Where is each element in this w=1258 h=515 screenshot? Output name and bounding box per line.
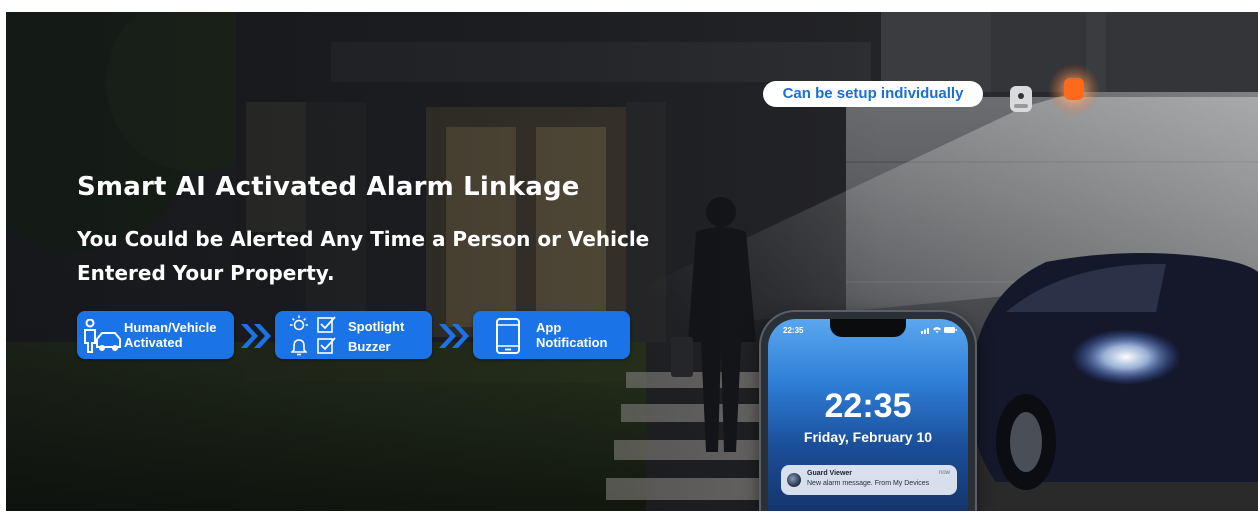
lock-screen: 22:35 22:35 Friday, February 10 Guard Vi… xyxy=(768,319,968,511)
notification-message: New alarm message. From My Devices xyxy=(807,480,930,487)
light-bulb-icon xyxy=(290,315,308,331)
step-app-notification: App Notification xyxy=(473,311,630,359)
checkbox-icon xyxy=(317,316,336,333)
setup-badge: Can be setup individually xyxy=(763,81,983,107)
status-bar-icons xyxy=(921,327,957,334)
app-icon xyxy=(787,473,801,487)
alarm-notification[interactable]: Guard Viewer now New alarm message. From… xyxy=(781,465,957,495)
smartphone-mockup: 22:35 22:35 Friday, February 10 Guard Vi… xyxy=(761,312,975,511)
double-chevron-right-icon xyxy=(241,324,271,348)
lock-screen-time: 22:35 xyxy=(824,387,912,425)
human-vehicle-icon xyxy=(84,319,121,353)
step-label-line2: Notification xyxy=(536,335,608,350)
double-chevron-right-icon xyxy=(439,324,469,348)
banner-subtitle: You Could be Alerted Any Time a Person o… xyxy=(77,227,650,285)
step-label-line1: Human/Vehicle xyxy=(124,320,217,335)
alarm-linkage-banner: Smart AI Activated Alarm Linkage You Cou… xyxy=(6,12,1258,511)
step-label-line1: App xyxy=(536,320,562,335)
step-label-line1: Spotlight xyxy=(348,319,405,334)
alarm-light-icon xyxy=(1048,64,1100,116)
smartphone-icon xyxy=(496,318,520,354)
checkbox-icon xyxy=(317,337,336,354)
car-silhouette xyxy=(970,253,1258,490)
step-spotlight-buzzer: Spotlight Buzzer xyxy=(275,311,432,359)
step-label-line2: Activated xyxy=(124,335,183,350)
notification-time: now xyxy=(939,470,951,476)
lock-screen-date: Friday, February 10 xyxy=(803,429,933,445)
security-camera-icon xyxy=(1010,86,1032,112)
banner-title: Smart AI Activated Alarm Linkage xyxy=(77,172,580,202)
step-human-vehicle: Human/Vehicle Activated xyxy=(77,311,234,359)
status-bar-time: 22:35 xyxy=(783,326,804,335)
notification-app-name: Guard Viewer xyxy=(807,470,853,477)
step-label-line2: Buzzer xyxy=(348,339,391,354)
phone-notch xyxy=(830,319,906,337)
bell-icon xyxy=(291,339,307,356)
